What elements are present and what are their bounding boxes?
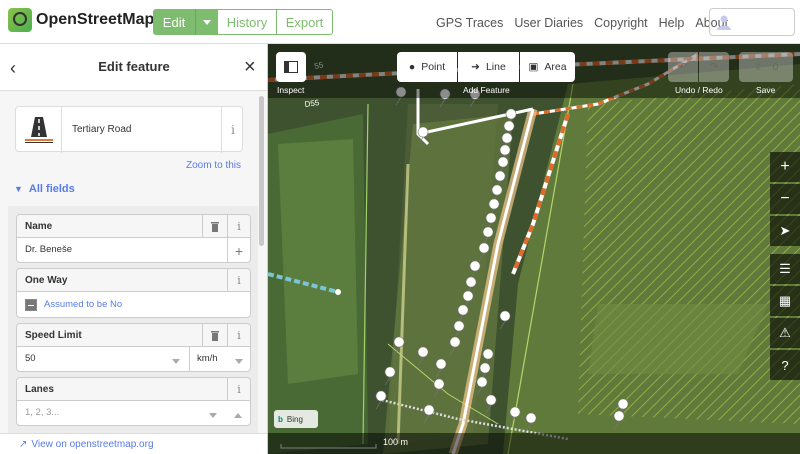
zoom-out-button[interactable]: − xyxy=(770,184,800,214)
scale-label: 100 m xyxy=(383,437,409,447)
save-button[interactable]: ⇧ 0 xyxy=(739,52,793,82)
name-field-label: Name xyxy=(25,221,53,232)
add-feature-label: Add Feature xyxy=(463,85,510,95)
speed-info-icon[interactable]: i xyxy=(227,324,250,347)
edit-dropdown-button[interactable] xyxy=(195,9,218,35)
all-fields-label: All fields xyxy=(28,183,75,195)
speed-limit-field: Speed Limit i 50 km/h xyxy=(16,323,251,372)
tertiary-road-icon xyxy=(16,107,62,153)
undo-button[interactable]: ↶ xyxy=(668,52,698,82)
nav-user-diaries[interactable]: User Diaries xyxy=(514,16,583,30)
close-icon[interactable]: × xyxy=(244,56,256,79)
map-footer xyxy=(268,433,800,454)
undo-redo-label: Undo / Redo xyxy=(675,85,723,95)
name-trash-icon[interactable] xyxy=(202,215,227,238)
user-avatar-icon xyxy=(717,15,731,30)
name-add-localized-icon[interactable]: + xyxy=(227,238,250,263)
help-icon: ? xyxy=(781,357,789,373)
speed-trash-icon[interactable] xyxy=(202,324,227,347)
nav-help[interactable]: Help xyxy=(659,16,685,30)
warning-icon: ⚠ xyxy=(779,325,791,340)
lanes-field: Lanes i 1, 2, 3... xyxy=(16,377,251,426)
location-arrow-icon: ➤ xyxy=(779,223,791,238)
nav-gps-traces[interactable]: GPS Traces xyxy=(436,16,503,30)
map-data-icon: ▦ xyxy=(778,293,792,308)
sidebar-scrollbar[interactable] xyxy=(259,96,264,246)
sidebar-header: ‹ Edit feature × xyxy=(0,44,267,91)
help-button[interactable]: ? xyxy=(770,350,800,380)
view-on-osm-link[interactable]: ↗ View on openstreetmap.org xyxy=(0,433,267,454)
zoom-in-button[interactable]: + xyxy=(770,152,800,182)
line-icon: ➜ xyxy=(471,61,480,73)
oneway-value[interactable]: Assumed to be No xyxy=(44,299,122,310)
nav-copyright[interactable]: Copyright xyxy=(594,16,648,30)
inspect-label: Inspect xyxy=(277,85,305,95)
speed-limit-field-label: Speed Limit xyxy=(25,330,82,341)
user-menu[interactable] xyxy=(709,8,795,36)
lanes-decrement-icon[interactable] xyxy=(209,413,217,418)
issues-button[interactable]: ⚠ xyxy=(770,318,800,348)
export-button[interactable]: Export xyxy=(277,9,333,35)
lanes-increment-icon[interactable] xyxy=(234,413,242,418)
name-info-icon[interactable]: i xyxy=(227,215,250,238)
redo-icon: ↷ xyxy=(709,61,719,73)
nav-links: GPS Traces User Diaries Copyright Help A… xyxy=(436,16,739,30)
save-count: 0 xyxy=(772,61,779,73)
osm-logo[interactable]: OpenStreetMap xyxy=(8,8,154,32)
lanes-input[interactable]: 1, 2, 3... xyxy=(25,407,59,418)
redo-button[interactable]: ↷ xyxy=(699,52,729,82)
background-layers-button[interactable]: ☰ xyxy=(770,254,800,284)
edit-button[interactable]: Edit xyxy=(153,9,195,35)
map-imagery[interactable]: 55 D55 xyxy=(268,44,800,454)
layers-icon: ☰ xyxy=(779,261,791,276)
sidebar: ‹ Edit feature × Tertiary Road i Zoom to… xyxy=(0,44,268,454)
add-point-button[interactable]: ● Point xyxy=(397,52,457,82)
preset-label: Tertiary Road xyxy=(72,124,132,135)
top-bar: OpenStreetMap Edit History Export GPS Tr… xyxy=(0,0,800,44)
map-data-button[interactable]: ▦ xyxy=(770,286,800,316)
history-button[interactable]: History xyxy=(218,9,277,35)
fields-section: Name i Dr. Beneše + One Way i Assumed to… xyxy=(8,206,258,454)
sidebar-toggle-icon xyxy=(284,61,298,73)
minus-icon: − xyxy=(780,190,790,207)
save-label: Save xyxy=(756,85,776,95)
geolocate-button[interactable]: ➤ xyxy=(770,216,800,246)
oneway-checkbox[interactable] xyxy=(25,299,37,311)
plus-icon: + xyxy=(780,158,790,175)
upload-icon: ⇧ xyxy=(753,61,763,73)
external-link-icon: ↗ xyxy=(19,439,28,450)
name-field: Name i Dr. Beneše + xyxy=(16,214,251,263)
oneway-field-label: One Way xyxy=(25,275,68,286)
point-icon: ● xyxy=(408,61,416,73)
unit-dropdown-icon[interactable] xyxy=(235,359,243,364)
speed-unit-select[interactable]: km/h xyxy=(197,353,218,364)
add-area-button[interactable]: ▣ Area xyxy=(520,52,575,82)
all-fields-toggle[interactable]: ▼ All fields xyxy=(14,183,75,195)
imagery-attribution[interactable]: b Bing xyxy=(274,410,318,428)
oneway-field: One Way i Assumed to be No xyxy=(16,268,251,318)
zoom-to-this-link[interactable]: Zoom to this xyxy=(186,160,241,171)
preset-info-icon[interactable]: i xyxy=(221,107,244,153)
lanes-info-icon[interactable]: i xyxy=(227,378,250,401)
area-icon: ▣ xyxy=(528,61,539,73)
add-line-button[interactable]: ➜ Line xyxy=(458,52,519,82)
name-input[interactable]: Dr. Beneše xyxy=(25,244,72,255)
bing-logo-icon: b xyxy=(278,414,283,424)
chevron-down-icon: ▼ xyxy=(14,184,23,194)
osm-logo-icon xyxy=(8,8,32,32)
speed-limit-input[interactable]: 50 xyxy=(25,353,36,364)
inspect-button[interactable] xyxy=(276,52,306,82)
undo-icon: ↶ xyxy=(678,61,688,73)
map-canvas[interactable]: 55 D55 Inspect ● Point ➜ Line ▣ Area Add Fe… xyxy=(268,44,800,454)
preset-selector[interactable]: Tertiary Road i xyxy=(15,106,244,153)
sidebar-title: Edit feature xyxy=(98,59,170,74)
app-title: OpenStreetMap xyxy=(36,11,155,28)
oneway-info-icon[interactable]: i xyxy=(227,269,250,292)
lanes-field-label: Lanes xyxy=(25,384,54,395)
speed-dropdown-icon[interactable] xyxy=(172,359,180,364)
edit-button-group: Edit History Export xyxy=(153,9,333,35)
